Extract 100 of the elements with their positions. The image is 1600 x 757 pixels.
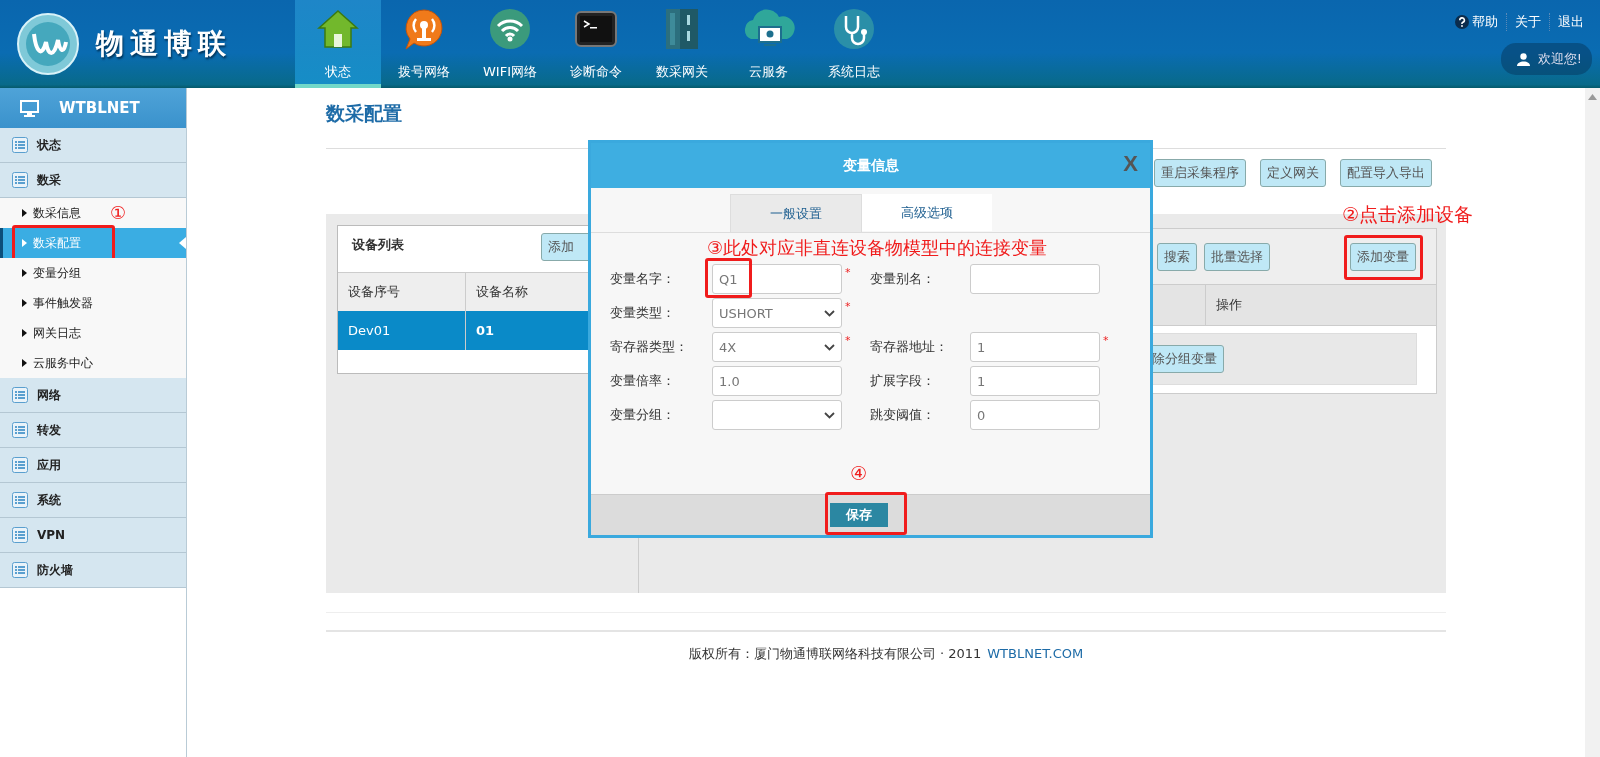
sidebar-title: WTBLNET — [59, 99, 140, 117]
dropdown[interactable]: 4X — [712, 332, 842, 362]
nav-tab[interactable]: 状态 — [295, 0, 381, 88]
sidebar-item-label: 状态 — [37, 136, 61, 154]
sidebar-item-label: VPN — [37, 528, 66, 542]
triangle-icon — [22, 359, 27, 367]
field-label: 变量别名： — [870, 270, 936, 288]
input-field[interactable]: 1.0 — [712, 366, 842, 396]
column-header: 设备名称 — [475, 283, 528, 301]
sidebar-item-label: 系统 — [37, 491, 61, 509]
nav-tab[interactable]: 诊断命令 — [553, 0, 639, 88]
dialog-tab[interactable]: 一般设置 — [729, 194, 862, 232]
sidebar-item[interactable]: VPN — [0, 518, 186, 553]
field-label: 变量类型： — [610, 304, 676, 322]
list-icon — [12, 422, 28, 438]
sidebar-item[interactable]: 状态 — [0, 128, 186, 163]
nav-tab[interactable]: 数采网关 — [639, 0, 725, 88]
header-link[interactable]: 关于 — [1506, 13, 1549, 31]
input-field[interactable] — [970, 264, 1100, 294]
sidebar-item[interactable]: 数采 — [0, 163, 186, 198]
sidebar-item[interactable]: 转发 — [0, 413, 186, 448]
nav-tab[interactable]: 系统日志 — [811, 0, 897, 88]
copyright-text: 版权所有：厦门物通博联网络科技有限公司 · 2011 — [688, 646, 982, 661]
sidebar-item-label: 防火墙 — [37, 561, 73, 579]
annotation-number: ① — [110, 202, 127, 223]
nav-tab[interactable]: WIFI网络 — [467, 0, 553, 88]
field-label: 扩展字段： — [870, 372, 936, 390]
sidebar-subitem-label: 事件触发器 — [33, 294, 93, 312]
triangle-icon — [22, 269, 27, 277]
toolbar-button[interactable]: 重启采集程序 — [1154, 159, 1246, 187]
toolbar-button[interactable]: 配置导入导出 — [1340, 159, 1432, 187]
list-icon — [12, 492, 28, 508]
list-icon — [12, 172, 28, 188]
list-icon — [12, 457, 28, 473]
input-field[interactable]: 1 — [970, 332, 1100, 362]
scrollbar[interactable] — [1585, 88, 1600, 757]
chevron-icon — [824, 309, 835, 317]
add-variable-button[interactable]: 添加变量 — [1350, 242, 1416, 271]
list-icon — [12, 387, 28, 403]
field-label: 变量倍率： — [610, 372, 676, 390]
input-field[interactable]: 0 — [970, 400, 1100, 430]
toolbar-button[interactable]: 搜索 — [1157, 242, 1197, 271]
table-cell-text: 01 — [475, 322, 495, 340]
dialog-tab[interactable]: 高级选项 — [861, 194, 992, 231]
welcome-text: 欢迎您! — [1537, 50, 1582, 68]
wifi-icon — [488, 7, 532, 51]
triangle-icon — [22, 299, 27, 307]
house-icon — [316, 7, 360, 51]
list-icon — [12, 562, 28, 578]
toolbar-button[interactable]: 定义网关 — [1260, 159, 1326, 187]
user-icon — [1516, 52, 1530, 66]
logo-text: 物通博联 — [96, 26, 232, 62]
field-label: 变量名字： — [610, 270, 676, 288]
sidebar-item[interactable]: 应用 — [0, 448, 186, 483]
dropdown[interactable]: USHORT — [712, 298, 842, 328]
triangle-icon — [22, 209, 27, 217]
save-button[interactable]: 保存 — [829, 503, 888, 527]
column-header: 操作 — [1205, 285, 1436, 325]
scroll-up-icon[interactable] — [1588, 94, 1597, 100]
sidebar-subitem[interactable]: 云服务中心 — [0, 348, 186, 378]
triangle-icon — [22, 329, 27, 337]
field-label: 跳变阈值： — [870, 406, 936, 424]
sidebar-item[interactable]: 防火墙 — [0, 553, 186, 588]
broadcast-icon — [402, 7, 446, 51]
required-mark: * — [844, 299, 851, 313]
table-cell: Dev01 — [338, 311, 466, 350]
field-label: 寄存器地址： — [870, 338, 949, 356]
sidebar-subitem[interactable]: 网关日志 — [0, 318, 186, 348]
sidebar-item-label: 网络 — [37, 386, 61, 404]
sidebar-item-label: 数采 — [37, 171, 61, 189]
logo-icon — [16, 12, 80, 76]
dropdown[interactable] — [712, 400, 842, 430]
header-link[interactable]: 退出 — [1549, 13, 1592, 31]
required-mark: * — [844, 333, 851, 347]
input-field[interactable]: 1 — [970, 366, 1100, 396]
sidebar-subitem-label: 数采配置 — [33, 234, 81, 252]
annotation-number: ④ — [849, 462, 867, 484]
sidebar-subitem-label: 数采信息 — [33, 204, 81, 222]
chevron-icon — [824, 411, 835, 419]
input-field[interactable]: Q1 — [712, 264, 842, 294]
required-mark: * — [844, 265, 851, 279]
nav-tab[interactable]: 拨号网络 — [381, 0, 467, 88]
sidebar-item[interactable]: 系统 — [0, 483, 186, 518]
card-title: 设备列表 — [352, 236, 405, 254]
annotation-text: ②点击添加设备 — [1342, 201, 1474, 227]
sidebar-item[interactable]: 网络 — [0, 378, 186, 413]
header-link[interactable]: 帮助 — [1469, 13, 1506, 31]
list-icon — [12, 527, 28, 543]
sidebar-subitem-label: 网关日志 — [33, 324, 81, 342]
field-label: 寄存器类型： — [610, 338, 689, 356]
sidebar-subitem[interactable]: 变量分组 — [0, 258, 186, 288]
list-icon — [12, 137, 28, 153]
sidebar-item-label: 转发 — [37, 421, 61, 439]
website-link[interactable]: WTBLNET.COM — [987, 646, 1084, 661]
toolbar-button[interactable]: 批量选择 — [1204, 242, 1270, 271]
nav-tab[interactable]: 云服务 — [725, 0, 811, 88]
required-mark: * — [1102, 333, 1109, 347]
page-title: 数采配置 — [326, 101, 403, 126]
sidebar-subitem[interactable]: 事件触发器 — [0, 288, 186, 318]
triangle-icon — [22, 239, 27, 247]
